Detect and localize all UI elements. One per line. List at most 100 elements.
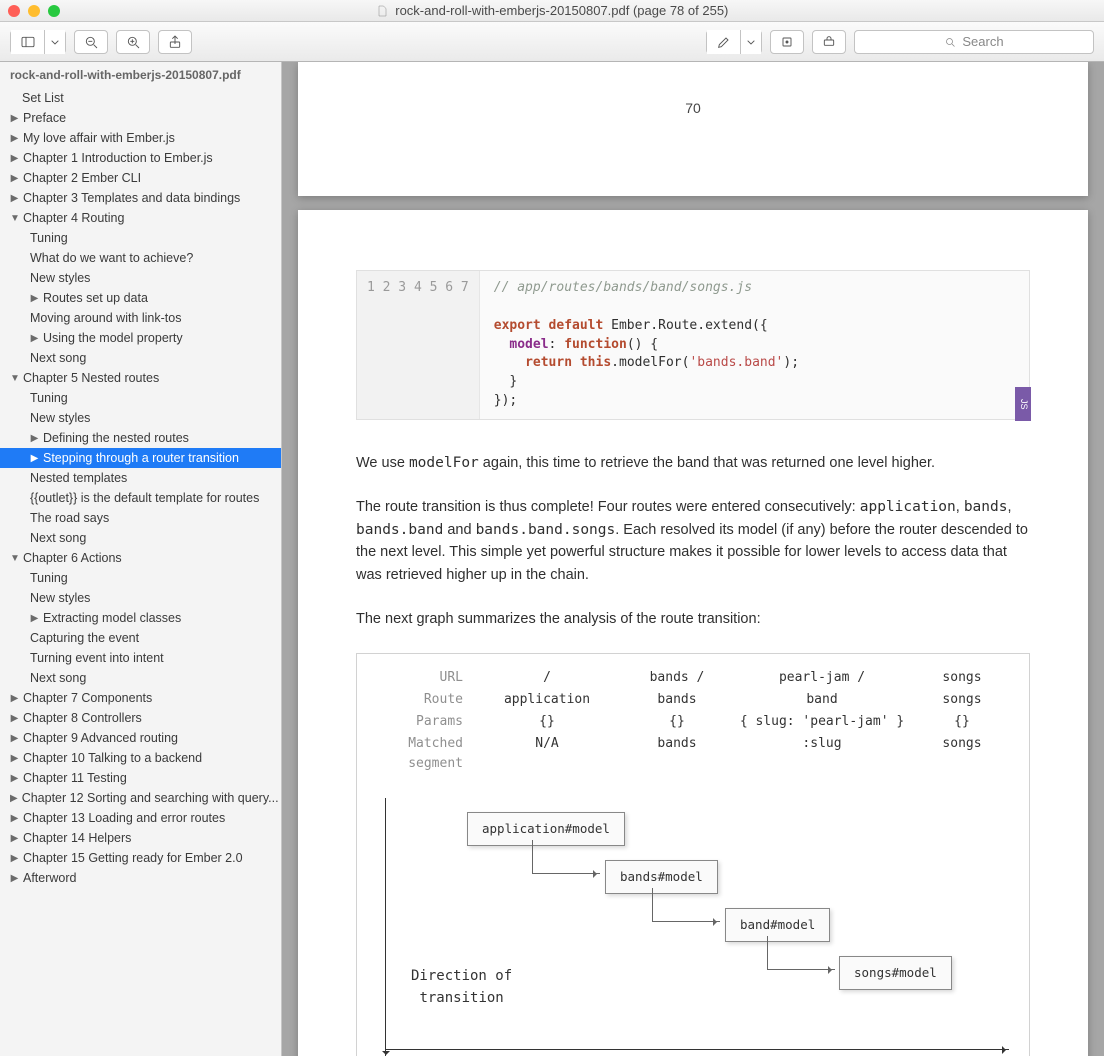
outline-item[interactable]: ▼Chapter 4 Routing	[0, 208, 281, 228]
outline-item[interactable]: ▶Chapter 13 Loading and error routes	[0, 808, 281, 828]
outline-item-label: Defining the nested routes	[43, 431, 189, 445]
outline-item[interactable]: ▶ Extracting model classes	[0, 608, 281, 628]
outline-item[interactable]: Turning event into intent	[0, 648, 281, 668]
document-viewport[interactable]: 70 1 2 3 4 5 6 7 // app/routes/bands/ban…	[282, 62, 1104, 1056]
window-titlebar: rock-and-roll-with-emberjs-20150807.pdf …	[0, 0, 1104, 22]
annotate-menu-button[interactable]	[741, 30, 761, 54]
chevron-right-icon: ▶	[10, 733, 19, 744]
chevron-down-icon: ▼	[10, 553, 19, 564]
markup-button[interactable]	[812, 30, 846, 54]
outline-item-label: Set List	[22, 91, 64, 105]
outline-item-label: Tuning	[30, 391, 68, 405]
outline-item-label: What do we want to achieve?	[30, 251, 193, 265]
outline-item[interactable]: ▶Chapter 1 Introduction to Ember.js	[0, 148, 281, 168]
outline-item[interactable]: ▶Chapter 15 Getting ready for Ember 2.0	[0, 848, 281, 868]
outline-item[interactable]: New styles	[0, 408, 281, 428]
outline-item[interactable]: ▶Chapter 14 Helpers	[0, 828, 281, 848]
outline-item[interactable]: Moving around with link-tos	[0, 308, 281, 328]
outline-item[interactable]: Next song	[0, 528, 281, 548]
outline-item-label: Afterword	[23, 871, 77, 885]
outline-item[interactable]: Tuning	[0, 568, 281, 588]
outline-item[interactable]: ▶Chapter 3 Templates and data bindings	[0, 188, 281, 208]
outline-item-label: Chapter 3 Templates and data bindings	[23, 191, 240, 205]
outline-item[interactable]: What do we want to achieve?	[0, 248, 281, 268]
highlight-button[interactable]	[707, 30, 741, 54]
search-input[interactable]: Search	[854, 30, 1094, 54]
outline-item[interactable]: ▶Defining the nested routes	[0, 428, 281, 448]
outline-item[interactable]: New styles	[0, 268, 281, 288]
outline-item[interactable]: ▶My love affair with Ember.js	[0, 128, 281, 148]
y-axis-label: Direction of transition	[411, 966, 512, 1009]
outline-item-label: Next song	[30, 671, 86, 685]
outline-item[interactable]: Next song	[0, 348, 281, 368]
outline-item[interactable]: ▶Chapter 8 Controllers	[0, 708, 281, 728]
outline-item[interactable]: ▶Routes set up data	[0, 288, 281, 308]
outline-item-label: Chapter 4 Routing	[23, 211, 124, 225]
sidebar-filename: rock-and-roll-with-emberjs-20150807.pdf	[0, 62, 281, 88]
view-mode-menu-button[interactable]	[45, 30, 65, 54]
flow-node: songs#model	[839, 956, 952, 989]
document-icon	[376, 5, 388, 17]
outline-item-label: Chapter 6 Actions	[23, 551, 122, 565]
outline-item-label: Next song	[30, 351, 86, 365]
chevron-right-icon: ▶	[10, 773, 19, 784]
outline-item[interactable]: Tuning	[0, 228, 281, 248]
outline-item[interactable]: Capturing the event	[0, 628, 281, 648]
outline-item-label: Stepping through a router transition	[43, 451, 239, 465]
flow-node: application#model	[467, 812, 625, 845]
code-lines: // app/routes/bands/band/songs.js export…	[480, 271, 1029, 419]
flow-node: band#model	[725, 908, 830, 941]
outline-item[interactable]: New styles	[0, 588, 281, 608]
outline-item-label: Chapter 13 Loading and error routes	[23, 811, 225, 825]
page-number: 70	[298, 100, 1088, 116]
outline-item-label: Chapter 10 Talking to a backend	[23, 751, 202, 765]
outline-item[interactable]: ▶ Stepping through a router transition	[0, 448, 281, 468]
outline-item-label: Chapter 12 Sorting and searching with qu…	[22, 791, 279, 805]
outline-item[interactable]: Tuning	[0, 388, 281, 408]
rotate-button[interactable]	[770, 30, 804, 54]
outline-item[interactable]: ▶Using the model property	[0, 328, 281, 348]
chevron-right-icon: ▶	[10, 693, 19, 704]
view-mode-group	[10, 30, 66, 54]
chevron-right-icon: ▶	[30, 293, 39, 304]
chevron-right-icon: ▶	[10, 853, 19, 864]
chevron-right-icon: ▶	[30, 613, 39, 624]
outline-item[interactable]: The road says	[0, 508, 281, 528]
search-icon	[944, 36, 956, 48]
outline-item-label: Chapter 9 Advanced routing	[23, 731, 178, 745]
outline-sidebar[interactable]: rock-and-roll-with-emberjs-20150807.pdf …	[0, 62, 282, 1056]
chevron-right-icon: ▶	[10, 173, 19, 184]
outline-item[interactable]: ▶Chapter 7 Components	[0, 688, 281, 708]
outline-item[interactable]: ▶ Chapter 10 Talking to a backend	[0, 748, 281, 768]
chevron-right-icon: ▶	[10, 753, 19, 764]
chevron-right-icon: ▶	[10, 833, 19, 844]
outline-item[interactable]: ▼Chapter 5 Nested routes	[0, 368, 281, 388]
outline-item-label: The road says	[30, 511, 109, 525]
chevron-right-icon: ▶	[30, 333, 39, 344]
outline-item-label: Chapter 11 Testing	[23, 771, 127, 785]
outline-item[interactable]: {{outlet}} is the default template for r…	[0, 488, 281, 508]
paragraph: The route transition is thus complete! F…	[356, 496, 1030, 586]
outline-item-label: Nested templates	[30, 471, 127, 485]
sidebar-toggle-button[interactable]	[11, 30, 45, 54]
window-title: rock-and-roll-with-emberjs-20150807.pdf …	[0, 3, 1104, 18]
outline-item[interactable]: Nested templates	[0, 468, 281, 488]
outline-item-label: Tuning	[30, 571, 68, 585]
outline-item[interactable]: ▶ Chapter 11 Testing	[0, 768, 281, 788]
pdf-page-prev: 70	[298, 62, 1088, 196]
chevron-right-icon: ▶	[30, 453, 39, 464]
outline-item-label: Extracting model classes	[43, 611, 181, 625]
outline-item[interactable]: Next song	[0, 668, 281, 688]
outline-item[interactable]: ▼ Chapter 6 Actions	[0, 548, 281, 568]
outline-item[interactable]: ▶ Chapter 9 Advanced routing	[0, 728, 281, 748]
outline-item[interactable]: ▶Chapter 2 Ember CLI	[0, 168, 281, 188]
zoom-out-button[interactable]	[74, 30, 108, 54]
outline-item[interactable]: Set List	[0, 88, 281, 108]
search-placeholder: Search	[962, 34, 1003, 49]
share-button[interactable]	[158, 30, 192, 54]
outline-item[interactable]: ▶Afterword	[0, 868, 281, 888]
outline-item[interactable]: ▶Preface	[0, 108, 281, 128]
zoom-in-button[interactable]	[116, 30, 150, 54]
outline-item[interactable]: ▶Chapter 12 Sorting and searching with q…	[0, 788, 281, 808]
pdf-page: 1 2 3 4 5 6 7 // app/routes/bands/band/s…	[298, 210, 1088, 1056]
